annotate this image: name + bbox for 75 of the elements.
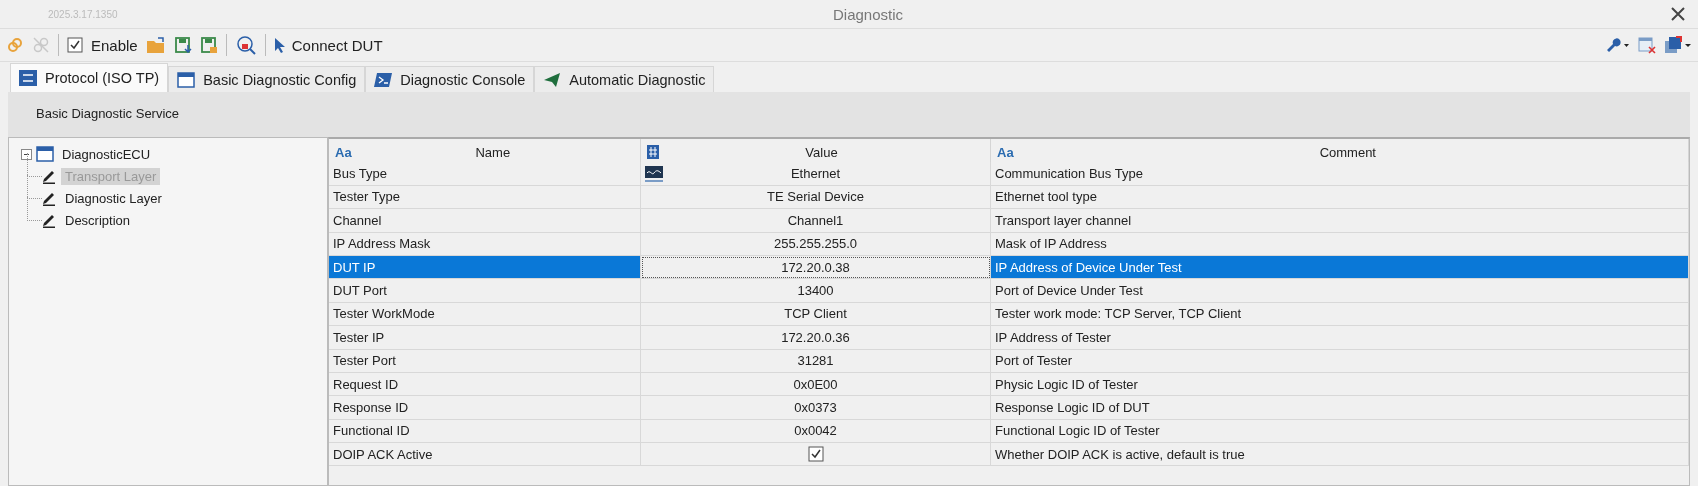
console-icon [374,71,393,88]
value-cell[interactable]: 13400 [641,279,991,303]
value-cell[interactable]: Channel1 [641,209,991,233]
text-type-marker: Aa [997,144,1014,160]
comment-cell: IP Address of Tester [991,326,1689,350]
name-cell[interactable]: Channel [329,209,641,233]
hash-icon [647,145,659,159]
export-window-dropdown[interactable] [1664,36,1692,54]
column-title: Comment [1318,144,1377,160]
comment-cell: Transport layer channel [991,209,1689,233]
comment-cell: Physic Logic ID of Tester [991,372,1689,397]
comment-cell: Port of Tester [991,349,1689,373]
value-cell[interactable]: 172.20.0.36 [641,326,991,350]
name-cell[interactable]: Tester IP [329,326,641,350]
comment-cell: Response Logic ID of DUT [991,396,1689,420]
name-cell[interactable]: DUT Port [329,279,641,303]
name-cell[interactable]: Functional ID [329,419,641,444]
name-cell[interactable]: Request ID [329,372,641,397]
folder-icon[interactable] [145,36,166,54]
window-icon [177,71,196,88]
value-cell[interactable]: 255.255.255.0 [641,232,991,256]
tab[interactable]: Diagnostic Console [365,66,535,92]
connect-dut-button[interactable]: Connect DUT [273,36,383,54]
value-cell[interactable]: 31281 [641,349,991,373]
tab[interactable]: Protocol (ISO TP) [10,63,169,92]
pencil-icon [41,168,57,184]
pencil-icon [41,190,57,206]
enable-label[interactable]: Enable [91,36,138,54]
collapse-toggle[interactable] [21,148,32,160]
value-cell[interactable] [641,443,991,467]
comment-cell: Mask of IP Address [991,232,1689,256]
value-cell[interactable]: 0x0373 [641,396,991,420]
list-icon [19,70,37,86]
value-cell[interactable]: TE Serial Device [641,185,991,210]
import-icon[interactable] [173,36,192,54]
name-cell[interactable]: Tester WorkMode [329,302,641,327]
comment-cell: Functional Logic ID of Tester [991,419,1689,444]
column-title: Value [804,144,839,160]
text-type-marker: Aa [335,144,352,160]
pencil-icon [41,212,57,228]
name-cell[interactable]: IP Address Mask [329,232,641,256]
name-cell[interactable]: Response ID [329,396,641,420]
comment-cell: Whether DOIP ACK is active, default is true [991,443,1689,467]
window-title: Diagnostic [832,5,903,23]
column-title: Name [474,144,512,160]
value-cell[interactable]: 0x0E00 [641,372,991,397]
comment-cell: Port of Device Under Test [991,279,1689,303]
tree-item[interactable]: DiagnosticECU [58,145,155,163]
comment-cell: Ethernet tool type [991,185,1689,210]
waveform-icon [645,165,663,182]
value-cell[interactable]: 0x0042 [641,419,991,444]
section-title: Basic Diagnostic Service [36,105,180,121]
name-cell[interactable]: DUT IP [329,255,641,280]
save-icon[interactable] [199,36,218,54]
window-icon [36,145,54,163]
checkbox[interactable] [807,446,824,463]
name-cell[interactable]: Tester Port [329,349,641,373]
tab[interactable]: Automatic Diagnostic [534,66,715,92]
paper-plane-icon [543,71,562,88]
close-window-icon[interactable] [1638,36,1656,54]
tree-item[interactable]: Diagnostic Layer [61,189,166,207]
name-cell[interactable]: Bus Type [329,162,641,186]
tab[interactable]: Basic Diagnostic Config [168,66,366,92]
name-cell[interactable]: DOIP ACK Active [329,443,641,467]
name-cell[interactable]: Tester Type [329,185,641,210]
comment-cell: IP Address of Device Under Test [991,255,1689,280]
comment-cell: Communication Bus Type [991,162,1689,186]
cursor-icon [273,37,286,53]
comment-cell: Tester work mode: TCP Server, TCP Client [991,302,1689,327]
value-cell[interactable]: TCP Client [641,302,991,327]
value-cell[interactable]: Ethernet [641,162,991,186]
search-icon[interactable] [234,35,257,55]
value-cell[interactable]: 172.20.0.38 [641,255,991,280]
tree-item[interactable]: Description [61,211,135,229]
enable-checkbox[interactable] [67,37,83,53]
